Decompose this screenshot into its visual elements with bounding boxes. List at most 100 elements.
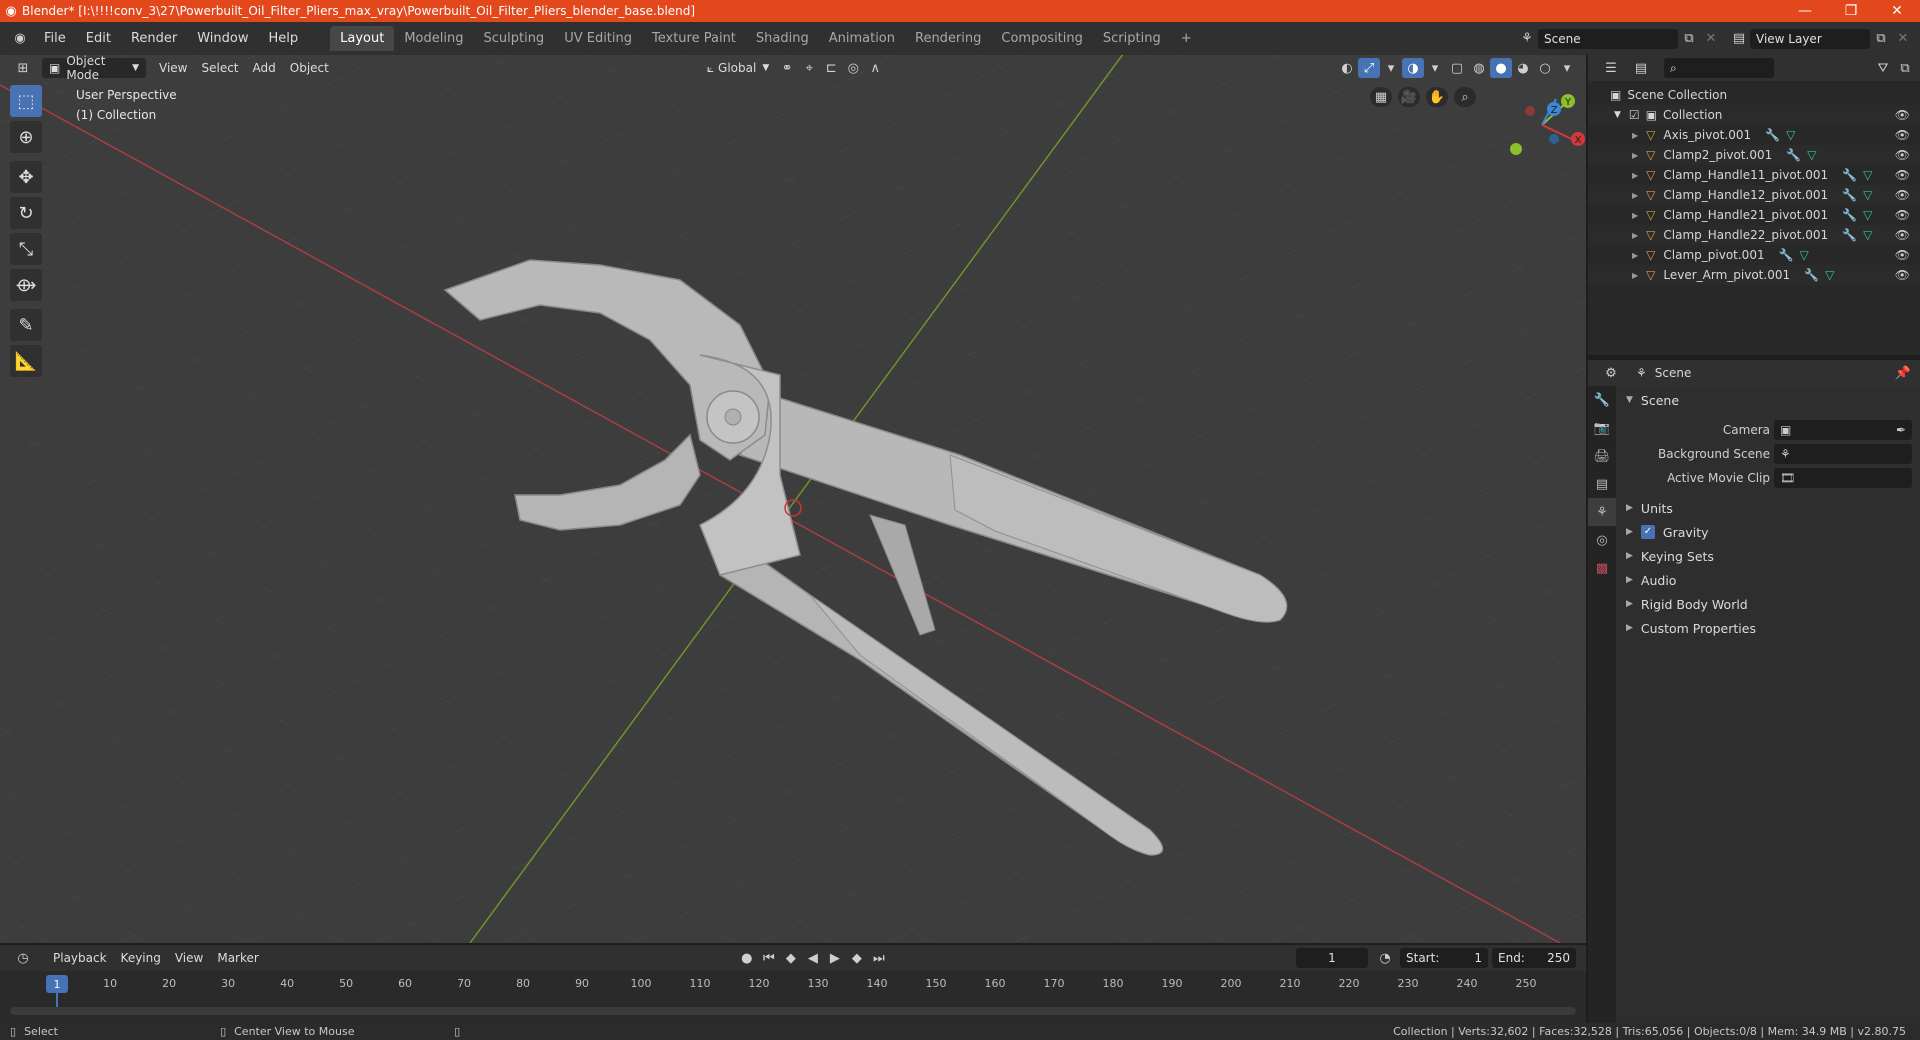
jump-start-icon[interactable]: ⏮ xyxy=(758,948,780,968)
checkbox-icon[interactable]: ☑ xyxy=(1629,108,1640,122)
preview-range-icon[interactable]: ◔ xyxy=(1374,948,1396,968)
modifier-wrench-icon[interactable]: 🔧 xyxy=(1804,268,1819,282)
disclosure-triangle-icon[interactable]: ▶ xyxy=(1632,251,1638,260)
eye-icon[interactable]: 👁 xyxy=(1895,188,1910,202)
measure-tool[interactable]: 📐 xyxy=(10,345,42,377)
minimize-button[interactable]: — xyxy=(1782,3,1828,19)
next-keyframe-icon[interactable]: ◆ xyxy=(846,948,868,968)
output-tab-icon[interactable]: 🖨 xyxy=(1588,442,1616,470)
tab-compositing[interactable]: Compositing xyxy=(991,26,1093,51)
modifier-wrench-icon[interactable]: 🔧 xyxy=(1765,128,1780,142)
menu-window[interactable]: Window xyxy=(187,31,258,46)
current-frame-field[interactable]: 1 xyxy=(1296,948,1368,968)
material-shading-icon[interactable]: ◕ xyxy=(1512,58,1534,78)
disclosure-triangle-icon[interactable]: ▶ xyxy=(1632,171,1638,180)
rotate-tool[interactable]: ↻ xyxy=(10,197,42,229)
outliner-object-row[interactable]: ▶ ▽ Clamp_pivot.001 🔧 ▽ 👁 xyxy=(1588,245,1920,265)
mesh-data-icon[interactable]: ▽ xyxy=(1863,228,1872,242)
viewport-menu-object[interactable]: Object xyxy=(283,58,336,78)
mesh-data-icon[interactable]: ▽ xyxy=(1800,248,1809,262)
disclosure-triangle-icon[interactable]: ▼ xyxy=(1614,110,1621,120)
gravity-panel-header[interactable]: ▶ ✓ Gravity xyxy=(1616,520,1920,544)
scale-tool[interactable]: ⤡ xyxy=(10,233,42,265)
view-layer-icon[interactable]: ▤ xyxy=(1728,29,1750,49)
tab-layout[interactable]: Layout xyxy=(330,26,395,51)
transform-orientation-dropdown[interactable]: ⟀ Global ▼ xyxy=(700,58,776,78)
disclosure-triangle-icon[interactable]: ▶ xyxy=(1632,151,1638,160)
tab-uv-editing[interactable]: UV Editing xyxy=(554,26,642,51)
timeline-menu-view[interactable]: View xyxy=(168,948,210,968)
new-scene-icon[interactable]: ⧉ xyxy=(1678,29,1700,49)
viewport-menu-select[interactable]: Select xyxy=(194,58,245,78)
3d-viewport[interactable]: ⊞ ▣ Object Mode ▼ View Select Add Object ⟀… xyxy=(0,55,1586,943)
mesh-data-icon[interactable]: ▽ xyxy=(1786,128,1795,142)
menu-help[interactable]: Help xyxy=(259,31,309,46)
render-tab-icon[interactable]: 📷 xyxy=(1588,414,1616,442)
record-icon[interactable]: ● xyxy=(736,948,758,968)
eyedropper-icon[interactable]: ✒ xyxy=(1896,423,1906,437)
scene-panel-header[interactable]: ▼ Scene xyxy=(1616,388,1920,412)
outliner-collection[interactable]: ▼ ☑ ▣ Collection 👁 xyxy=(1588,105,1920,125)
delete-view-layer-icon[interactable]: ✕ xyxy=(1892,29,1914,49)
outliner-object-row[interactable]: ▶ ▽ Clamp_Handle12_pivot.001 🔧 ▽ 👁 xyxy=(1588,185,1920,205)
mesh-data-icon[interactable]: ▽ xyxy=(1863,188,1872,202)
units-panel-header[interactable]: ▶ Units xyxy=(1616,496,1920,520)
disclosure-triangle-icon[interactable]: ▶ xyxy=(1632,211,1638,220)
eye-icon[interactable]: 👁 xyxy=(1895,148,1910,162)
view-layer-selector[interactable]: View Layer xyxy=(1750,28,1870,49)
modifier-wrench-icon[interactable]: 🔧 xyxy=(1786,148,1801,162)
tab-scripting[interactable]: Scripting xyxy=(1093,26,1171,51)
editor-type-icon[interactable]: ⊞ xyxy=(8,58,38,78)
camera-field[interactable]: ▣ ✒ xyxy=(1774,420,1912,440)
neg-z-gizmo-ball[interactable] xyxy=(1549,134,1559,144)
overlays-icon[interactable]: ◑ xyxy=(1402,58,1424,78)
eye-icon[interactable]: 👁 xyxy=(1895,268,1910,282)
rendered-shading-icon[interactable]: ○ xyxy=(1534,58,1556,78)
mesh-data-icon[interactable]: ▽ xyxy=(1863,168,1872,182)
object-mode-dropdown[interactable]: ▣ Object Mode ▼ xyxy=(42,55,146,82)
gravity-checkbox[interactable]: ✓ xyxy=(1640,525,1655,539)
modifier-wrench-icon[interactable]: 🔧 xyxy=(1842,228,1857,242)
proportional-editing-icon[interactable]: ◎ xyxy=(842,58,864,78)
timeline-menu-playback[interactable]: Playback xyxy=(46,948,114,968)
cursor-tool[interactable]: ⊕ xyxy=(10,121,42,153)
eye-icon[interactable]: 👁 xyxy=(1895,208,1910,222)
zoom-view-icon[interactable]: ⌕ xyxy=(1454,87,1476,107)
outliner-object-row[interactable]: ▶ ▽ Clamp_Handle21_pivot.001 🔧 ▽ 👁 xyxy=(1588,205,1920,225)
menu-render[interactable]: Render xyxy=(121,31,187,46)
snap-target-icon[interactable]: ⊏ xyxy=(820,58,842,78)
pivot-point-icon[interactable]: ⚭ xyxy=(776,58,798,78)
snap-icon[interactable]: ⌖ xyxy=(798,58,820,78)
custom-properties-panel-header[interactable]: ▶ Custom Properties xyxy=(1616,616,1920,640)
keying-sets-panel-header[interactable]: ▶ Keying Sets xyxy=(1616,544,1920,568)
xray-icon[interactable]: ▢ xyxy=(1446,58,1468,78)
disclosure-triangle-icon[interactable]: ▶ xyxy=(1632,191,1638,200)
end-frame-field[interactable]: End: 250 xyxy=(1492,948,1576,968)
tool-tab-icon[interactable]: 🔧 xyxy=(1588,386,1616,414)
mesh-data-icon[interactable]: ▽ xyxy=(1863,208,1872,222)
timeline-editor-type-icon[interactable]: ◷ xyxy=(8,948,38,968)
disclosure-triangle-icon[interactable]: ▶ xyxy=(1632,271,1638,280)
wireframe-shading-icon[interactable]: ◍ xyxy=(1468,58,1490,78)
outliner-scene-collection[interactable]: ▣ Scene Collection xyxy=(1588,85,1920,105)
tab-shading[interactable]: Shading xyxy=(746,26,819,51)
outliner-object-row[interactable]: ▶ ▽ Clamp_Handle11_pivot.001 🔧 ▽ 👁 xyxy=(1588,165,1920,185)
falloff-icon[interactable]: ∧ xyxy=(864,58,886,78)
start-frame-field[interactable]: Start: 1 xyxy=(1400,948,1488,968)
scene-selector[interactable]: Scene xyxy=(1538,28,1678,49)
viewport-menu-add[interactable]: Add xyxy=(246,58,283,78)
background-scene-field[interactable]: ⚘ xyxy=(1774,444,1912,464)
close-button[interactable]: ✕ xyxy=(1874,3,1920,19)
tab-sculpting[interactable]: Sculpting xyxy=(473,26,554,51)
eye-icon[interactable]: 👁 xyxy=(1895,228,1910,242)
outliner-object-row[interactable]: ▶ ▽ Axis_pivot.001 🔧 ▽ 👁 xyxy=(1588,125,1920,145)
prev-keyframe-icon[interactable]: ◆ xyxy=(780,948,802,968)
select-box-tool[interactable]: ⬚ xyxy=(10,85,42,117)
properties-editor-type-icon[interactable]: ⚙ xyxy=(1596,363,1626,383)
eye-icon[interactable]: 👁 xyxy=(1895,128,1910,142)
rigid-body-world-panel-header[interactable]: ▶ Rigid Body World xyxy=(1616,592,1920,616)
disclosure-triangle-icon[interactable]: ▶ xyxy=(1632,231,1638,240)
active-movie-clip-field[interactable]: 🎞 xyxy=(1774,468,1912,488)
blender-menu-icon[interactable]: ◉ xyxy=(6,29,34,49)
viewport-menu-view[interactable]: View xyxy=(152,58,194,78)
